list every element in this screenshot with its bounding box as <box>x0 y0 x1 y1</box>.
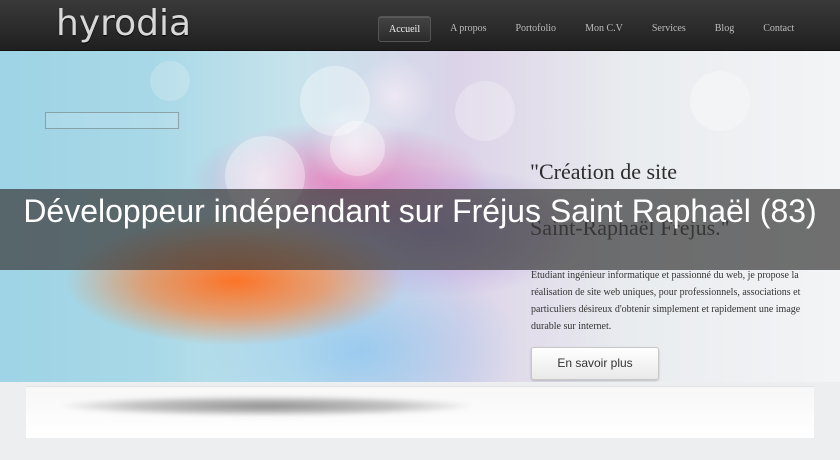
nav-item-blog[interactable]: Blog <box>705 16 744 42</box>
content-area <box>0 382 840 460</box>
bokeh-decoration <box>150 61 190 101</box>
nav-item-portofolio[interactable]: Portofolio <box>506 16 567 42</box>
nav-item-accueil[interactable]: Accueil <box>378 16 432 42</box>
nav-item-mon-cv[interactable]: Mon C.V <box>575 16 633 42</box>
hero-quote-line-1: "Création de site <box>530 159 678 184</box>
nav-item-contact[interactable]: Contact <box>753 16 804 42</box>
hero-frame <box>45 112 179 129</box>
nav-item-a-propos[interactable]: A propos <box>440 16 496 42</box>
learn-more-button[interactable]: En savoir plus <box>531 347 659 380</box>
slider-shadow <box>60 396 472 416</box>
page-title-banner: Développeur indépendant sur Fréjus Saint… <box>0 189 840 270</box>
bokeh-decoration <box>690 71 750 131</box>
site-logo[interactable]: hyrodia <box>56 2 191 46</box>
main-nav: Accueil A propos Portofolio Mon C.V Serv… <box>378 16 813 42</box>
nav-item-services[interactable]: Services <box>642 16 696 42</box>
bokeh-decoration <box>330 121 385 176</box>
site-header: hyrodia Accueil A propos Portofolio Mon … <box>0 0 840 51</box>
bokeh-decoration <box>455 81 515 141</box>
hero-description: Etudiant ingénieur informatique et passi… <box>531 270 801 332</box>
